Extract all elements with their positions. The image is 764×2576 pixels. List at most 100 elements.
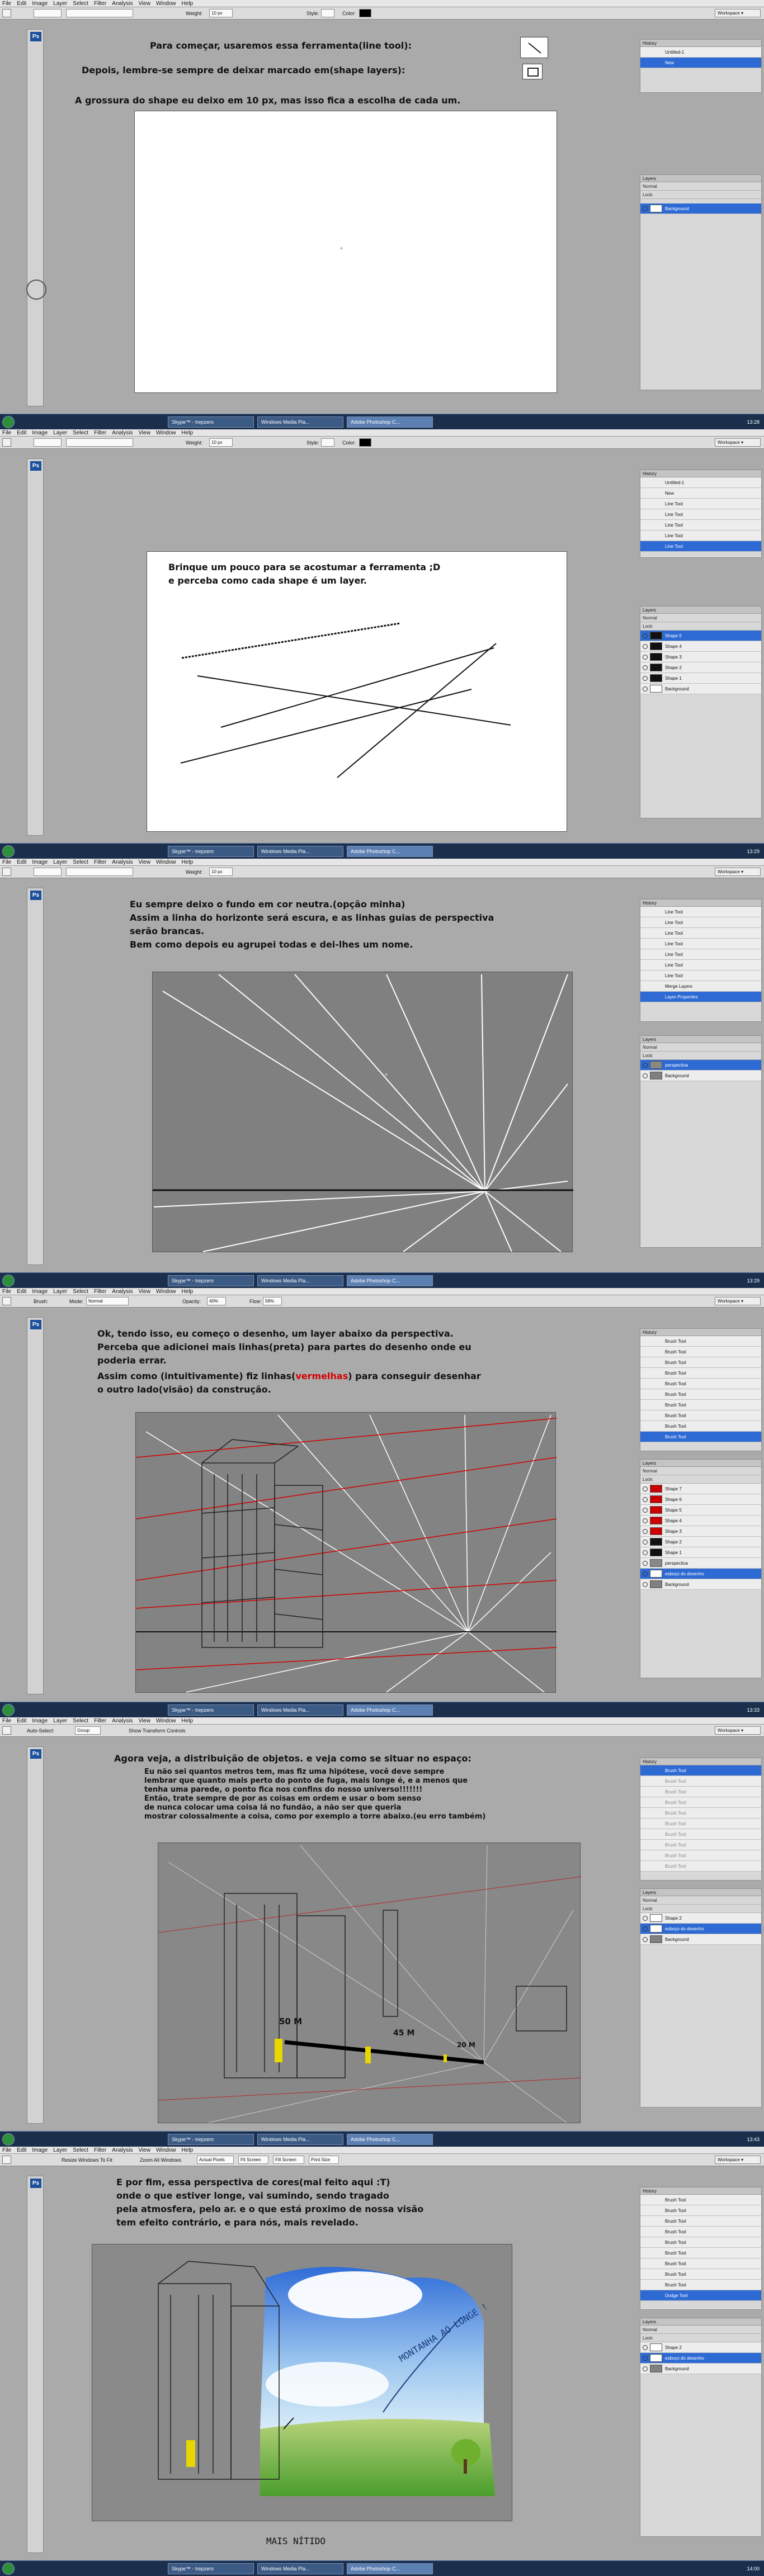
menu-edit[interactable]: Edit [17,1288,26,1295]
history-tab[interactable]: History [640,2187,761,2195]
menu-image[interactable]: Image [32,0,48,7]
start-button[interactable] [2,416,15,428]
menu-analysis[interactable]: Analysis [112,1717,133,1724]
menu-select[interactable]: Select [73,1288,88,1295]
menu-layer[interactable]: Layer [53,1288,67,1295]
menu-edit[interactable]: Edit [17,0,26,7]
history-item[interactable]: Brush Tool [640,2205,761,2216]
history-item[interactable]: Brush Tool [640,2237,761,2248]
layer-row[interactable]: esboço do desenho [640,1569,761,1579]
history-item[interactable]: Line Tool [640,960,761,970]
layer-row[interactable]: Shape 3 [640,1526,761,1537]
history-item[interactable]: Line Tool [640,509,761,520]
menu-select[interactable]: Select [73,859,88,865]
fill-screen-button[interactable]: Fill Screen [273,2156,304,2164]
layers-tab[interactable]: Layers [640,2318,761,2326]
layer-row[interactable]: Background [640,1579,761,1590]
history-item[interactable]: Brush Tool [640,1421,761,1432]
history-item[interactable]: Line Tool [640,531,761,541]
layer-row[interactable]: esboço do desenho [640,1924,761,1934]
layer-row[interactable]: perspectiva [640,1060,761,1071]
weight-input[interactable]: 10 px [209,438,233,447]
history-item[interactable]: Brush Tool [640,2248,761,2258]
shape-tools-buttons[interactable] [66,9,133,17]
menu-help[interactable]: Help [182,859,194,865]
shape-layers-buttons[interactable] [34,9,62,17]
history-item[interactable]: Brush Tool [640,2195,761,2205]
print-size-button[interactable]: Print Size [309,2156,339,2164]
layer-row[interactable]: Shape 4 [640,641,761,652]
menu-file[interactable]: File [2,859,11,865]
flow-input[interactable]: 58% [263,1297,282,1305]
history-item[interactable]: Brush Tool [640,1829,761,1840]
resize-windows-label[interactable]: Resize Windows To Fit [62,2154,112,2166]
history-item[interactable]: Untitled-1 [640,47,761,58]
history-item[interactable]: Brush Tool [640,1347,761,1357]
layer-row[interactable]: perspectiva [640,1558,761,1569]
menu-filter[interactable]: Filter [94,429,106,436]
history-item[interactable]: Brush Tool [640,1357,761,1368]
menu-window[interactable]: Window [156,2147,176,2153]
history-item[interactable]: Brush Tool [640,2258,761,2269]
layers-tab[interactable]: Layers [640,1036,761,1043]
history-item[interactable]: Line Tool [640,541,761,552]
layer-row[interactable]: Shape 2 [640,662,761,673]
history-item[interactable]: Line Tool [640,949,761,960]
history-item[interactable]: Brush Tool [640,1776,761,1787]
menu-layer[interactable]: Layer [53,2147,67,2153]
line-tool-preset-icon[interactable] [2,9,11,17]
history-item[interactable]: Brush Tool [640,2227,761,2237]
taskbar-skype[interactable]: Skype™ - trepzero [168,1275,254,1286]
history-item[interactable]: Line Tool [640,928,761,939]
layer-row[interactable]: Shape 6 [640,1494,761,1505]
taskbar-skype[interactable]: Skype™ - trepzero [168,2563,254,2574]
menu-file[interactable]: File [2,1288,11,1295]
shape-tools-buttons[interactable] [66,868,133,876]
menu-layer[interactable]: Layer [53,1717,67,1724]
workspace-button[interactable]: Workspace ▾ [715,868,761,876]
menu-select[interactable]: Select [73,429,88,436]
history-item[interactable]: Line Tool [640,520,761,531]
history-item[interactable]: Dodge Tool [640,2290,761,2301]
layers-tab[interactable]: Layers [640,1460,761,1467]
menu-view[interactable]: View [138,2147,150,2153]
taskbar-photoshop[interactable]: Adobe Photoshop C... [347,1275,433,1286]
menu-select[interactable]: Select [73,1717,88,1724]
document-canvas[interactable]: Brinque um pouco para se acostumar a fer… [147,551,567,832]
menu-edit[interactable]: Edit [17,2147,26,2153]
menu-view[interactable]: View [138,1717,150,1724]
history-item[interactable]: Line Tool [640,939,761,949]
shape-layers-buttons[interactable] [34,868,62,876]
history-tab[interactable]: History [640,470,761,477]
workspace-button[interactable]: Workspace ▾ [715,9,761,17]
line-tool-preset-icon[interactable] [2,438,11,447]
document-canvas[interactable]: MONTANHA AO LONGE ! [92,2244,512,2521]
taskbar-wmp[interactable]: Windows Media Pla... [257,1704,343,1716]
layer-row[interactable]: Shape 2 [640,1537,761,1547]
history-item[interactable]: Brush Tool [640,1819,761,1829]
menu-analysis[interactable]: Analysis [112,0,133,7]
history-item[interactable]: Brush Tool [640,1368,761,1379]
menu-image[interactable]: Image [32,859,48,865]
blend-mode-select[interactable]: Normal [640,614,761,622]
history-item[interactable]: Brush Tool [640,1765,761,1776]
show-transform-label[interactable]: Show Transform Controls [129,1725,186,1737]
opacity-input[interactable]: 40% [207,1297,226,1305]
start-button[interactable] [2,2133,15,2146]
taskbar-wmp[interactable]: Windows Media Pla... [257,2563,343,2574]
line-tool-preset-icon[interactable] [2,868,11,876]
taskbar-photoshop[interactable]: Adobe Photoshop C... [347,846,433,857]
taskbar-photoshop[interactable]: Adobe Photoshop C... [347,2134,433,2145]
layer-row[interactable]: Shape 2 [640,1913,761,1924]
menu-window[interactable]: Window [156,859,176,865]
history-item[interactable]: Brush Tool [640,1797,761,1808]
layer-row[interactable]: Shape 5 [640,1505,761,1516]
actual-pixels-button[interactable]: Actual Pixels [197,2156,234,2164]
menu-file[interactable]: File [2,0,11,7]
layer-row[interactable]: Shape 3 [640,652,761,662]
taskbar-skype[interactable]: Skype™ - trepzero [168,416,254,428]
history-item[interactable]: Line Tool [640,917,761,928]
menu-window[interactable]: Window [156,1288,176,1295]
menu-window[interactable]: Window [156,0,176,7]
history-tab[interactable]: History [640,899,761,907]
